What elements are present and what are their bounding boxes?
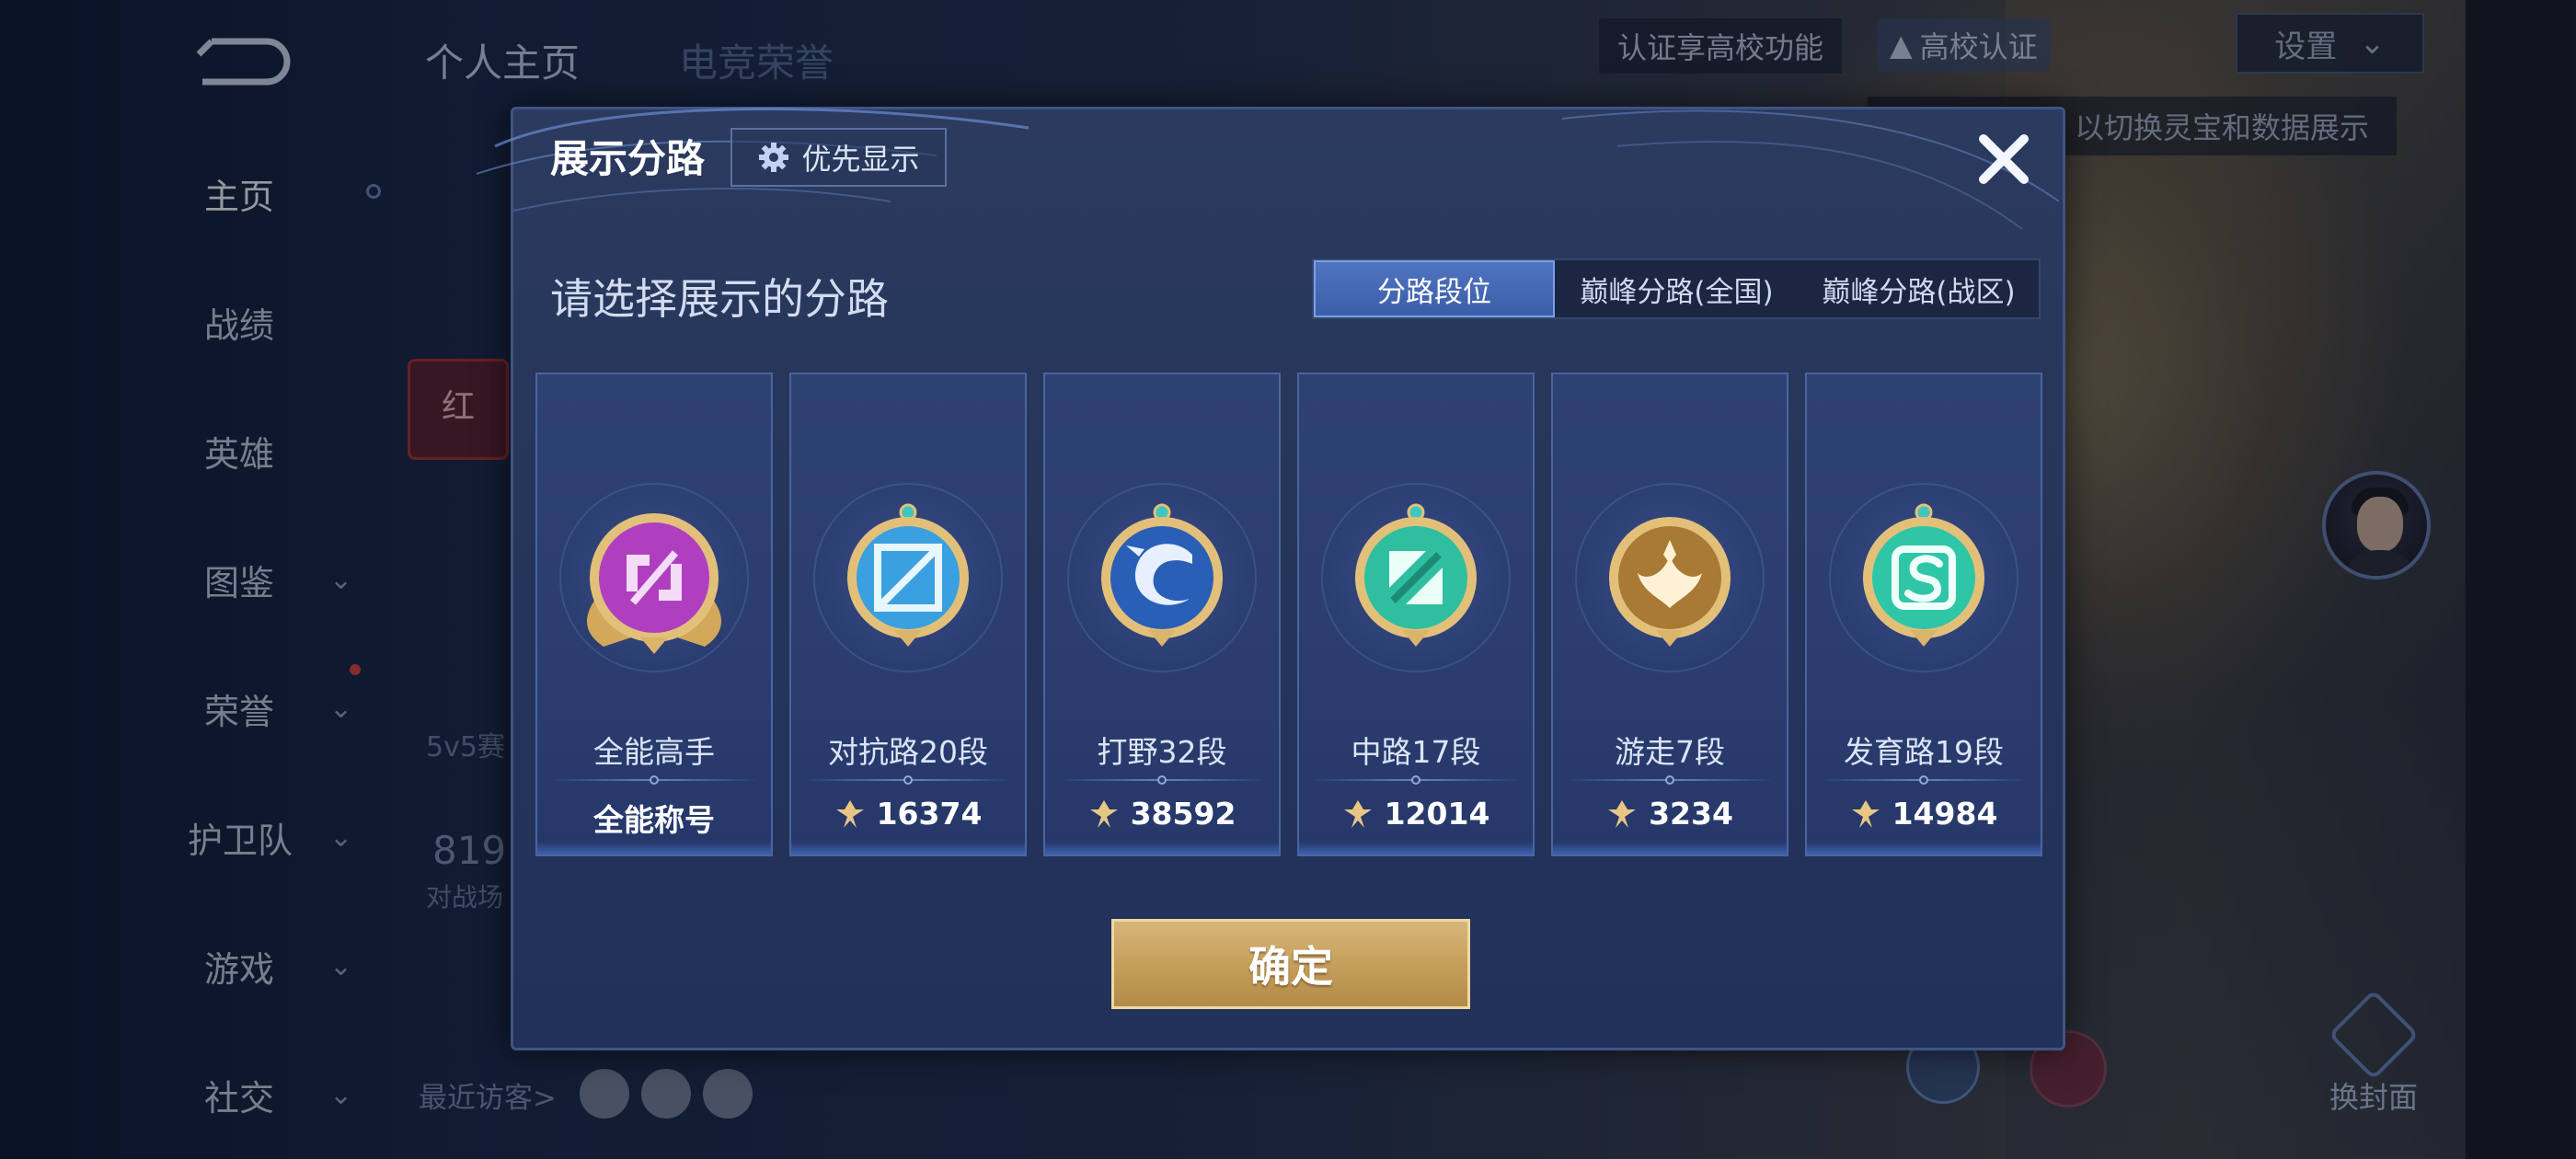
lane-card-value-text: 16374 (876, 796, 983, 832)
lane-card-value-text: 3234 (1649, 796, 1733, 832)
lane-card-value: 12014 (1299, 796, 1533, 832)
close-icon (1979, 134, 2029, 184)
lane-card-value-text: 12014 (1384, 796, 1490, 832)
score-icon (1089, 799, 1118, 828)
divider (1566, 775, 1774, 785)
lane-card-value: 3234 (1553, 796, 1787, 832)
card-glow-edge (791, 842, 1025, 855)
dialog-subtitle: 请选择展示的分路 (550, 274, 889, 324)
lane-card-value-text: 全能称号 (593, 802, 715, 838)
priority-display-button[interactable]: 优先显示 (730, 128, 947, 187)
lane-card-value: 14984 (1807, 796, 2041, 832)
lane-card-value-text: 14984 (1892, 796, 1998, 832)
lane-card-list: 全能高手 全能称号 对抗路20段 16374 打野32段 38592 中路17段… (535, 373, 2044, 860)
score-icon (1851, 799, 1880, 828)
divider (1820, 775, 2028, 785)
display-lane-dialog: 展示分路 优先显示 请选择展示的分路 分路段位 巅峰分路(全国) 巅峰分路(战区… (476, 107, 2065, 1050)
mid-lane-badge-icon (1355, 503, 1477, 647)
lane-card-label: 对抗路20段 (828, 734, 988, 770)
lane-card-label: 游走7段 (1615, 734, 1725, 770)
card-glow-edge (1299, 842, 1533, 855)
lane-card-mid[interactable]: 中路17段 12014 (1297, 373, 1535, 856)
card-glow-edge (1553, 842, 1787, 855)
lane-card-value: 38592 (1045, 796, 1279, 832)
lane-card-label: 打野32段 (1097, 734, 1227, 770)
lane-card-label: 中路17段 (1351, 734, 1481, 770)
gear-icon (759, 143, 789, 172)
dialog-title: 展示分路 (550, 136, 706, 181)
score-icon (835, 799, 864, 828)
lane-card-clash[interactable]: 对抗路20段 16374 (789, 373, 1027, 856)
lane-card-label: 全能高手 (593, 734, 715, 770)
lane-card-value: 16374 (791, 796, 1025, 832)
priority-display-label: 优先显示 (801, 142, 920, 177)
farm-lane-badge-icon (1863, 503, 1984, 647)
clash-lane-badge-icon (847, 503, 969, 647)
divider (1312, 775, 1520, 785)
lane-card-value: 全能称号 (537, 796, 771, 840)
lane-card-jungle[interactable]: 打野32段 38592 (1043, 373, 1281, 856)
divider (804, 775, 1012, 785)
lane-card-value-text: 38592 (1130, 796, 1236, 832)
score-icon (1343, 799, 1372, 828)
tab-peak-national[interactable]: 巅峰分路(全国) (1555, 260, 1799, 317)
tab-peak-region[interactable]: 巅峰分路(战区) (1799, 260, 2039, 317)
close-button[interactable] (1967, 122, 2041, 196)
card-glow-edge (537, 842, 771, 855)
roam-badge-icon (1609, 517, 1731, 647)
confirm-button[interactable]: 确定 (1111, 919, 1470, 1009)
lane-card-all-round[interactable]: 全能高手 全能称号 (535, 373, 773, 856)
lane-card-farm[interactable]: 发育路19段 14984 (1805, 373, 2042, 856)
score-icon (1608, 799, 1637, 828)
lane-card-roam[interactable]: 游走7段 3234 (1551, 373, 1788, 856)
tab-lane-rank[interactable]: 分路段位 (1314, 260, 1555, 317)
jungle-badge-icon (1101, 503, 1223, 647)
card-glow-edge (1045, 842, 1279, 855)
lane-tab-group: 分路段位 巅峰分路(全国) 巅峰分路(战区) (1312, 258, 2041, 319)
divider (1058, 775, 1266, 785)
all-round-badge-icon (587, 513, 721, 654)
card-glow-edge (1807, 842, 2041, 855)
lane-card-label: 发育路19段 (1844, 734, 2004, 770)
divider (550, 775, 758, 785)
